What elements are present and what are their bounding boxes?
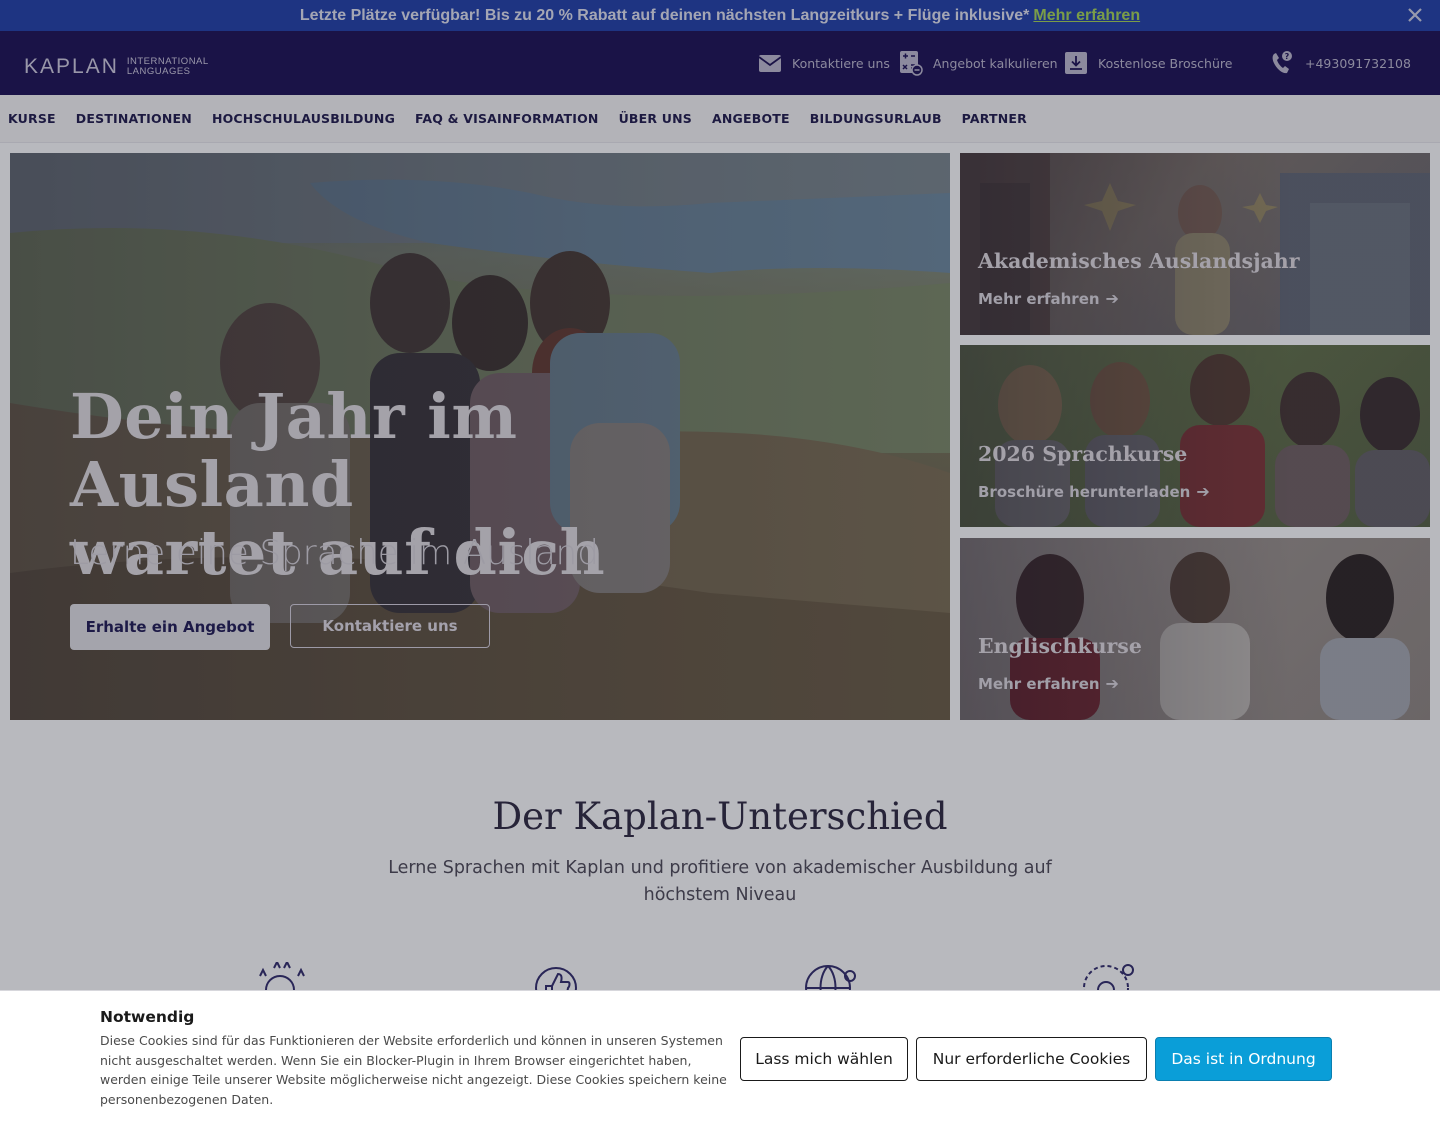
promo-link[interactable]: Mehr erfahren: [1033, 7, 1140, 25]
mail-icon: [758, 55, 782, 72]
logo-brand: KAPLAN: [24, 55, 119, 78]
phone-help-icon: ?: [1272, 51, 1292, 74]
contact-label: Kontaktiere uns: [792, 55, 890, 71]
download-icon: [1065, 52, 1087, 74]
card-english-courses[interactable]: Englischkurse Mehr erfahren ➔: [960, 538, 1430, 720]
hero-banner: Dein Jahr im Ausland wartet auf dich Ler…: [10, 153, 950, 720]
nav-item-faq-visa[interactable]: FAQ & VISAINFORMATION: [415, 111, 599, 126]
hero-subtitle: Lerne eine Sprache im Ausland: [70, 533, 599, 573]
arrow-right-icon: ➔: [1196, 482, 1210, 501]
calculator-icon: [900, 51, 923, 76]
brochure-link[interactable]: Kostenlose Broschüre: [1064, 31, 1232, 95]
cookie-text: Diese Cookies sind für das Funktionieren…: [100, 1033, 727, 1107]
quote-label: Angebot kalkulieren: [933, 55, 1058, 71]
card-link[interactable]: Broschüre herunterladen ➔: [978, 482, 1210, 501]
section-title: Der Kaplan-Unterschied: [492, 795, 948, 838]
get-quote-button[interactable]: Erhalte ein Angebot: [70, 604, 270, 650]
card-language-courses-2026[interactable]: 2026 Sprachkurse Broschüre herunterladen…: [960, 345, 1430, 527]
cookie-title: Notwendig: [100, 1008, 195, 1026]
phone-link[interactable]: ? +493091732108: [1269, 31, 1411, 95]
cookie-accept-button[interactable]: Das ist in Ordnung: [1155, 1037, 1332, 1081]
nav-item-ueber-uns[interactable]: ÜBER UNS: [619, 111, 692, 126]
main-nav: KURSE DESTINATIONEN HOCHSCHULAUSBILDUNG …: [0, 95, 1440, 143]
logo-subtitle: INTERNATIONAL LANGUAGES: [126, 56, 209, 77]
nav-item-kurse[interactable]: KURSE: [8, 111, 56, 126]
cookie-choose-button[interactable]: Lass mich wählen: [740, 1037, 908, 1081]
nav-item-destinationen[interactable]: DESTINATIONEN: [76, 111, 192, 126]
contact-link[interactable]: Kontaktiere uns: [758, 31, 890, 95]
promo-text: Letzte Plätze verfügbar! Bis zu 20 % Rab…: [299, 6, 1030, 24]
brochure-label: Kostenlose Broschüre: [1098, 55, 1233, 71]
arrow-right-icon: ➔: [1105, 674, 1119, 693]
phone-number: +493091732108: [1305, 55, 1411, 71]
nav-item-hochschulausbildung[interactable]: HOCHSCHULAUSBILDUNG: [212, 111, 395, 126]
card-academic-year[interactable]: Akademisches Auslandsjahr Mehr erfahren ➔: [960, 153, 1430, 335]
close-icon[interactable]: [1406, 6, 1424, 24]
site-header: KAPLAN INTERNATIONAL LANGUAGES Kontaktie…: [0, 31, 1440, 95]
card-link[interactable]: Mehr erfahren ➔: [978, 674, 1119, 693]
card-title: Englischkurse: [978, 634, 1142, 658]
card-title: Akademisches Auslandsjahr: [978, 249, 1300, 273]
contact-button[interactable]: Kontaktiere uns: [290, 604, 490, 648]
nav-item-partner[interactable]: PARTNER: [962, 111, 1027, 126]
nav-item-bildungsurlaub[interactable]: BILDUNGSURLAUB: [810, 111, 942, 126]
kaplan-logo[interactable]: KAPLAN INTERNATIONAL LANGUAGES: [24, 51, 208, 83]
quote-link[interactable]: Angebot kalkulieren: [899, 31, 1058, 95]
card-title: 2026 Sprachkurse: [978, 442, 1188, 466]
cookie-required-only-button[interactable]: Nur erforderliche Cookies: [916, 1037, 1147, 1081]
svg-text:?: ?: [1285, 52, 1290, 61]
promo-banner: Letzte Plätze verfügbar! Bis zu 20 % Rab…: [0, 0, 1440, 31]
section-subtitle: Lerne Sprachen mit Kaplan und profitiere…: [388, 858, 1052, 905]
arrow-right-icon: ➔: [1105, 289, 1119, 308]
card-link[interactable]: Mehr erfahren ➔: [978, 289, 1119, 308]
nav-item-angebote[interactable]: ANGEBOTE: [712, 111, 790, 126]
cookie-banner: Notwendig Diese Cookies sind für das Fun…: [0, 990, 1440, 1123]
